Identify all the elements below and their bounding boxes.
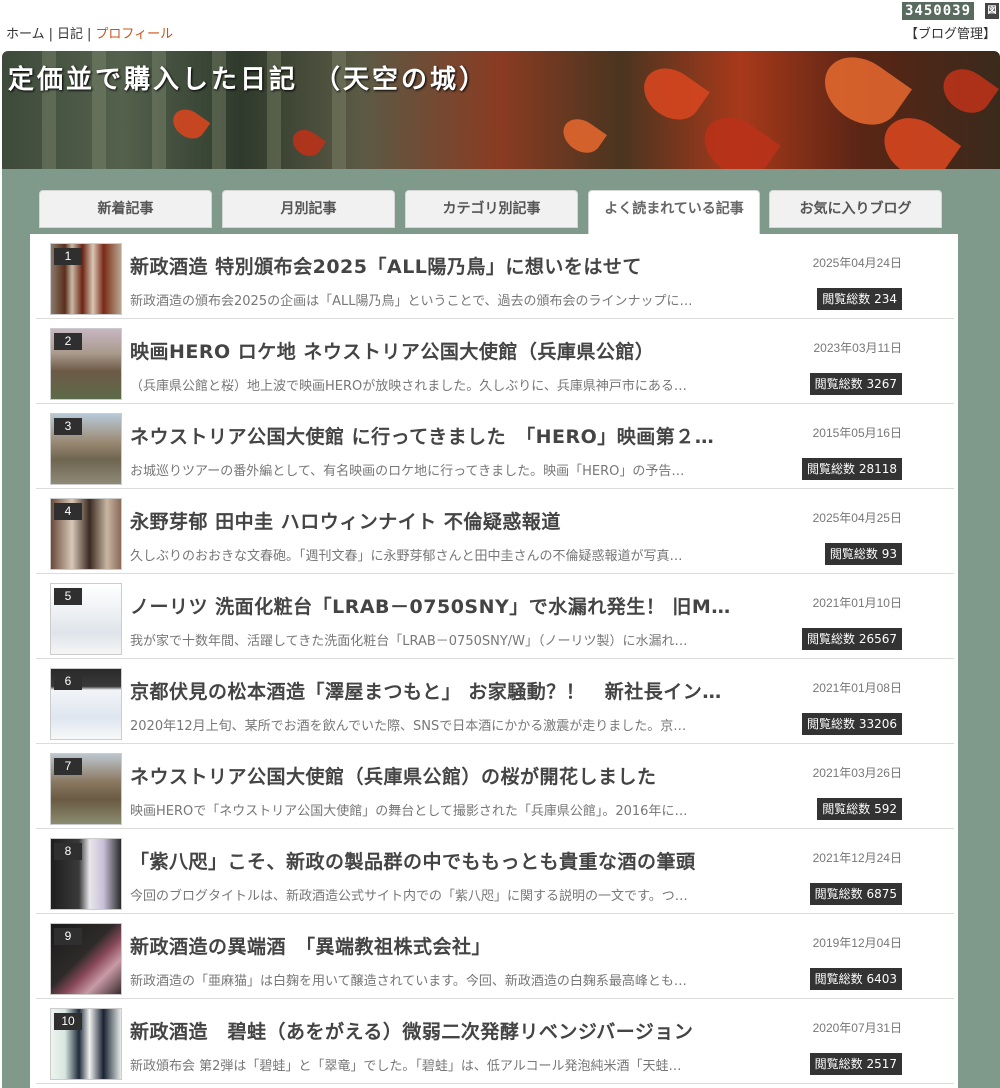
article-excerpt: 新政頒布会 第2弾は「碧蛙」と「翠竜」でした。「碧蛙」は、低アルコール発泡純米酒… [130, 1059, 682, 1074]
article-thumbnail[interactable]: 2 [50, 328, 122, 400]
list-item[interactable]: 1 新政酒造 特別頒布会2025「ALL陽乃鳥」に想いをはせて 新政酒造の頒布会… [36, 234, 954, 319]
rank-badge: 7 [54, 758, 82, 775]
list-item[interactable]: 2 映画HERO ロケ地 ネウストリア公国大使館（兵庫県公館） （兵庫県公館と桜… [36, 319, 954, 404]
tab-monthly-articles[interactable]: 月別記事 [222, 190, 395, 228]
blog-admin-link[interactable]: 【ブログ管理】 [905, 26, 996, 44]
article-thumbnail[interactable]: 3 [50, 413, 122, 485]
tab-popular-articles[interactable]: よく読まれている記事 [588, 190, 760, 234]
article-thumbnail[interactable]: 9 [50, 923, 122, 995]
rank-badge: 10 [54, 1013, 82, 1030]
view-count-badge: 閲覧総数 93 [824, 543, 902, 565]
article-excerpt: 我が家で十数年間、活躍してきた洗面化粧台「LRAB－0750SNY/W」（ノーリ… [130, 634, 688, 649]
view-count-badge: 閲覧総数 26567 [802, 628, 902, 650]
article-excerpt: 久しぶりのおおきな文春砲。「週刊文春」に永野芽郁さんと田中圭さんの不倫疑惑報道が… [130, 549, 683, 564]
article-thumbnail[interactable]: 4 [50, 498, 122, 570]
view-count-badge: 閲覧総数 33206 [802, 713, 902, 735]
article-title[interactable]: 新政酒造 特別頒布会2025「ALL陽乃鳥」に想いをはせて [130, 252, 750, 279]
top-navigation: ホーム | 日記 | プロフィール [6, 26, 173, 44]
list-item[interactable]: 3 ネウストリア公国大使館 に行ってきました 「HERO」映画第２… お城巡りツ… [36, 404, 954, 489]
article-date: 2020年07月31日 [812, 1021, 902, 1035]
article-title[interactable]: ネウストリア公国大使館（兵庫県公館）の桜が開花しました [130, 762, 750, 789]
article-date: 2021年01月08日 [812, 681, 902, 695]
article-date: 2021年03月26日 [812, 766, 902, 780]
rank-badge: 8 [54, 843, 82, 860]
article-excerpt: 今回のブログタイトルは、新政酒造公式サイト内での「紫八咫」に関する説明の一文です… [130, 889, 688, 904]
article-thumbnail[interactable]: 6 [50, 668, 122, 740]
article-date: 2019年12月04日 [812, 936, 902, 950]
popular-articles-list: 1 新政酒造 特別頒布会2025「ALL陽乃鳥」に想いをはせて 新政酒造の頒布会… [30, 234, 958, 1088]
article-title[interactable]: 映画HERO ロケ地 ネウストリア公国大使館（兵庫県公館） [130, 337, 750, 364]
article-date: 2023年03月11日 [813, 341, 902, 355]
access-counter: 3450039 [902, 2, 975, 20]
rank-badge: 5 [54, 588, 82, 605]
article-excerpt: 映画HEROで「ネウストリア公国大使館」の舞台として撮影された「兵庫県公館」。2… [130, 804, 688, 819]
rank-badge: 1 [54, 248, 82, 265]
nav-profile-link[interactable]: プロフィール [95, 27, 173, 42]
article-tabs: 新着記事 月別記事 カテゴリ別記事 よく読まれている記事 お気に入りブログ [0, 190, 1000, 234]
article-excerpt: 新政酒造の頒布会2025の企画は「ALL陽乃鳥」ということで、過去の頒布会のライ… [130, 294, 693, 309]
list-item[interactable]: 7 ネウストリア公国大使館（兵庫県公館）の桜が開花しました 映画HEROで「ネウ… [36, 744, 954, 829]
list-item[interactable]: 5 ノーリツ 洗面化粧台「LRAB－0750SNY」で水漏れ発生！ 旧M… 我が… [36, 574, 954, 659]
article-date: 2025年04月24日 [812, 256, 902, 270]
rank-badge: 9 [54, 928, 82, 945]
article-thumbnail[interactable]: 10 [50, 1008, 122, 1080]
article-title[interactable]: 「紫八咫」こそ、新政の製品群の中でももっとも貴重な酒の筆頭 [130, 847, 750, 874]
article-title[interactable]: 永野芽郁 田中圭 ハロウィンナイト 不倫疑惑報道 [130, 507, 750, 534]
article-date: 2025年04月25日 [812, 511, 902, 525]
article-date: 2021年01月10日 [812, 596, 902, 610]
article-date: 2015年05月16日 [812, 426, 902, 440]
blog-header-banner: 定価並で購入した日記 （天空の城） [2, 51, 1000, 169]
article-excerpt: お城巡りツアーの番外編として、有名映画のロケ地に行ってきました。映画「HERO」… [130, 464, 685, 479]
nav-diary-link[interactable]: 日記 [57, 27, 83, 42]
calendar-icon[interactable]: 図 [985, 3, 999, 19]
list-item[interactable]: 8 「紫八咫」こそ、新政の製品群の中でももっとも貴重な酒の筆頭 今回のブログタイ… [36, 829, 954, 914]
list-item[interactable]: 9 新政酒造の異端酒 「異端教祖株式会社」 新政酒造の「亜麻猫」は白麹を用いて醸… [36, 914, 954, 999]
tab-favorite-blogs[interactable]: お気に入りブログ [769, 190, 942, 228]
nav-home-link[interactable]: ホーム [6, 27, 45, 42]
nav-separator: | [87, 27, 92, 42]
article-thumbnail[interactable]: 5 [50, 583, 122, 655]
article-excerpt: 2020年12月上旬、某所でお酒を飲んでいた際、SNSで日本酒にかかる激震が走り… [130, 719, 687, 734]
article-thumbnail[interactable]: 8 [50, 838, 122, 910]
nav-separator: | [48, 27, 54, 42]
view-count-badge: 閲覧総数 234 [817, 288, 902, 310]
article-thumbnail[interactable]: 1 [50, 243, 122, 315]
article-excerpt: （兵庫県公館と桜）地上波で映画HEROが放映されました。久しぶりに、兵庫県神戸市… [130, 379, 687, 394]
list-item[interactable]: 4 永野芽郁 田中圭 ハロウィンナイト 不倫疑惑報道 久しぶりのおおきな文春砲。… [36, 489, 954, 574]
article-excerpt: 新政酒造の「亜麻猫」は白麹を用いて醸造されています。今回、新政酒造の白麹系最高峰… [130, 974, 687, 989]
article-date: 2021年12月24日 [812, 851, 902, 865]
article-thumbnail[interactable]: 7 [50, 753, 122, 825]
article-title[interactable]: 京都伏見の松本酒造「澤屋まつもと」 お家騒動？！ 新社長イン… [130, 677, 750, 704]
view-count-badge: 閲覧総数 6403 [809, 968, 902, 990]
list-item[interactable]: 10 新政酒造 碧蛙（あをがえる）微弱二次発酵リベンジバージョン 新政頒布会 第… [36, 999, 954, 1084]
article-title[interactable]: ノーリツ 洗面化粧台「LRAB－0750SNY」で水漏れ発生！ 旧M… [130, 592, 750, 619]
article-title[interactable]: 新政酒造 碧蛙（あをがえる）微弱二次発酵リベンジバージョン [130, 1017, 750, 1044]
view-count-badge: 閲覧総数 3267 [809, 373, 902, 395]
rank-badge: 2 [54, 333, 82, 350]
tab-new-articles[interactable]: 新着記事 [39, 190, 212, 228]
article-title[interactable]: 新政酒造の異端酒 「異端教祖株式会社」 [130, 932, 750, 959]
rank-badge: 6 [54, 673, 82, 690]
view-count-badge: 閲覧総数 2517 [809, 1053, 902, 1075]
article-title[interactable]: ネウストリア公国大使館 に行ってきました 「HERO」映画第２… [130, 422, 750, 449]
view-count-badge: 閲覧総数 28118 [802, 458, 902, 480]
tab-category-articles[interactable]: カテゴリ別記事 [405, 190, 578, 228]
view-count-badge: 閲覧総数 592 [817, 798, 902, 820]
rank-badge: 3 [54, 418, 82, 435]
list-item[interactable]: 6 京都伏見の松本酒造「澤屋まつもと」 お家騒動？！ 新社長イン… 2020年1… [36, 659, 954, 744]
view-count-badge: 閲覧総数 6875 [809, 883, 902, 905]
rank-badge: 4 [54, 503, 82, 520]
blog-title[interactable]: 定価並で購入した日記 （天空の城） [8, 59, 488, 96]
